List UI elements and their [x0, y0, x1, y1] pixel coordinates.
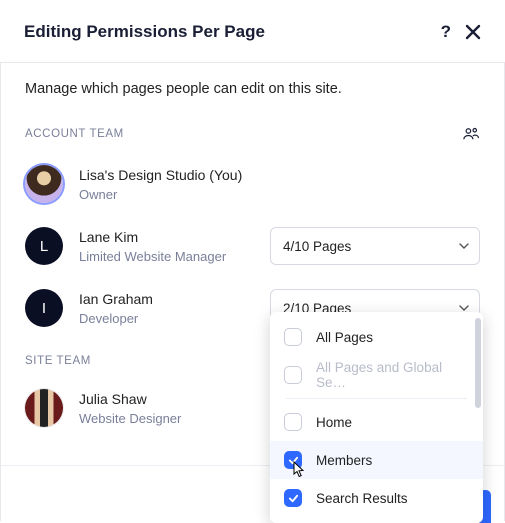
member-role: Owner [79, 187, 480, 202]
dropdown-option-label: Members [316, 453, 372, 468]
help-icon[interactable]: ? [441, 22, 451, 42]
checkbox[interactable] [284, 413, 302, 431]
divider [286, 398, 467, 399]
dropdown-option-label: Home [316, 415, 352, 430]
dropdown-option-search-results[interactable]: Search Results [270, 479, 483, 517]
dialog-description: Manage which pages people can edit on th… [1, 63, 504, 101]
avatar [25, 389, 63, 427]
dropdown-option-home[interactable]: Home [270, 403, 483, 441]
dropdown-option-label: Search Results [316, 491, 408, 506]
member-role: Limited Website Manager [79, 249, 270, 264]
scrollbar[interactable] [475, 318, 481, 408]
checkbox-checked[interactable] [284, 451, 302, 469]
dropdown-option-all-global[interactable]: All Pages and Global Se… [270, 356, 483, 394]
checkbox[interactable] [284, 328, 302, 346]
member-row: L Lane Kim Limited Website Manager 4/10 … [1, 215, 504, 277]
member-name: Lisa's Design Studio (You) [79, 167, 480, 183]
chevron-down-icon [459, 241, 469, 251]
dialog-title: Editing Permissions Per Page [24, 22, 441, 42]
dropdown-option-label: All Pages and Global Se… [316, 360, 469, 390]
member-name: Ian Graham [79, 291, 270, 307]
avatar: I [25, 289, 63, 327]
dropdown-option-all-pages[interactable]: All Pages [270, 318, 483, 356]
dropdown-option-members[interactable]: Members [270, 441, 483, 479]
member-row: Lisa's Design Studio (You) Owner [1, 153, 504, 215]
member-role: Developer [79, 311, 270, 326]
dropdown-option-label: All Pages [316, 330, 373, 345]
checkbox-checked[interactable] [284, 489, 302, 507]
avatar [25, 165, 63, 203]
avatar: L [25, 227, 63, 265]
close-icon[interactable] [465, 24, 481, 40]
member-name: Lane Kim [79, 229, 270, 245]
pages-select[interactable]: 4/10 Pages [270, 227, 480, 265]
people-icon[interactable] [462, 125, 480, 143]
section-account-team: ACCOUNT TEAM [25, 128, 462, 140]
pages-select-value: 4/10 Pages [283, 239, 351, 254]
pages-dropdown: All Pages All Pages and Global Se… Home … [270, 312, 483, 523]
checkbox[interactable] [284, 366, 302, 384]
